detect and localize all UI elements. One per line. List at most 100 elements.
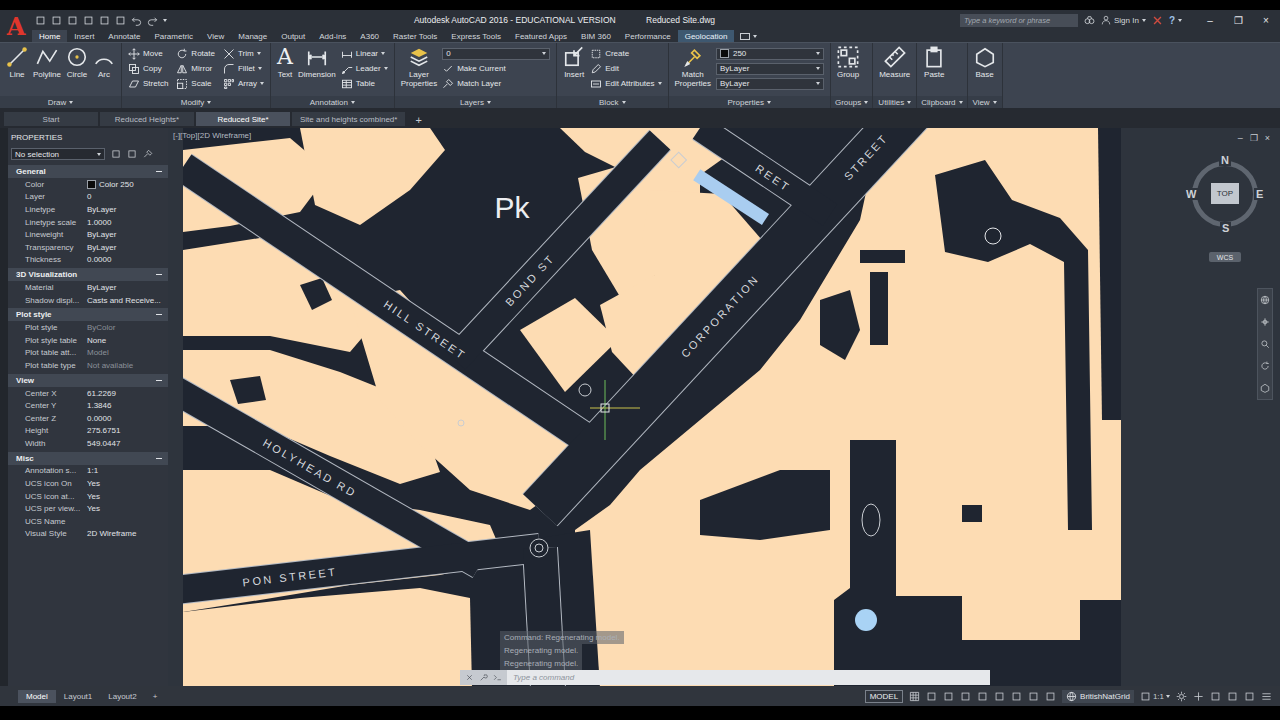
collapse-toggle[interactable] xyxy=(156,171,162,172)
ribbon-large-button[interactable]: Insert xyxy=(563,46,585,79)
property-row[interactable]: Center Z 0.0000 xyxy=(8,412,168,425)
ribbon-small-button[interactable]: Make Current xyxy=(442,63,550,75)
view-cube[interactable]: N S W E TOP WCS xyxy=(1185,152,1265,268)
ribbon-tab[interactable]: Geolocation xyxy=(678,30,735,42)
ribbon-small-button[interactable]: Array xyxy=(223,78,264,90)
section-header[interactable]: Plot style xyxy=(8,308,168,321)
property-row[interactable]: Center Y 1.3846 xyxy=(8,399,168,412)
property-row[interactable]: UCS per view... Yes xyxy=(8,502,168,515)
quick-access-button[interactable] xyxy=(67,15,78,26)
property-row[interactable]: Layer 0 xyxy=(8,191,168,204)
ribbon-small-button[interactable]: Edit Attributes xyxy=(590,78,661,90)
property-row[interactable]: UCS Name xyxy=(8,515,168,528)
ribbon-small-button[interactable]: Table xyxy=(341,78,388,90)
ribbon-tab[interactable]: View xyxy=(200,30,231,42)
ribbon-large-button[interactable]: Group xyxy=(837,46,859,79)
application-menu-button[interactable]: A xyxy=(0,10,32,42)
ribbon-small-button[interactable]: Copy xyxy=(128,63,168,75)
quick-access-button[interactable] xyxy=(83,15,94,26)
property-row[interactable]: UCS icon On Yes xyxy=(8,477,168,490)
property-row[interactable]: Height 275.6751 xyxy=(8,425,168,438)
help-search-field[interactable]: Type a keyword or phrase xyxy=(960,14,1078,27)
exchange-button[interactable] xyxy=(1152,15,1163,26)
viewport-control-button[interactable]: – xyxy=(1238,133,1243,143)
ribbon-dropdown[interactable]: 0 xyxy=(442,48,550,60)
ribbon-panel-title[interactable]: Annotation xyxy=(271,96,394,108)
ribbon-large-button[interactable]: Polyline xyxy=(33,46,61,79)
viewport-control-button[interactable]: ❐ xyxy=(1250,133,1258,143)
nav-button[interactable] xyxy=(1260,317,1270,327)
ribbon-panel-title[interactable]: Properties xyxy=(669,96,830,108)
ribbon-small-button[interactable]: Linear xyxy=(341,48,388,60)
property-row[interactable]: Transparency ByLayer xyxy=(8,241,168,254)
nav-button[interactable] xyxy=(1260,339,1270,349)
property-row[interactable]: Plot style ByColor xyxy=(8,321,168,334)
quick-access-button[interactable] xyxy=(51,15,62,26)
annotation-scale-button[interactable]: 1:1 xyxy=(1140,691,1170,702)
model-space-button[interactable]: MODEL xyxy=(865,690,903,703)
ribbon-small-button[interactable]: Leader xyxy=(341,63,388,75)
ribbon-large-button[interactable]: Circle xyxy=(66,46,88,79)
ribbon-tab[interactable]: Manage xyxy=(231,30,274,42)
compass-west[interactable]: W xyxy=(1184,188,1198,200)
coordinate-system-button[interactable]: BritishNatGrid xyxy=(1062,690,1134,703)
property-row[interactable]: Visual Style 2D Wireframe xyxy=(8,528,168,541)
ribbon-small-button[interactable]: Rotate xyxy=(176,48,215,60)
ribbon-tab[interactable]: Parametric xyxy=(147,30,200,42)
ribbon-small-button[interactable]: Fillet xyxy=(223,63,264,75)
window-control-button[interactable]: – xyxy=(1196,15,1224,26)
ribbon-tab[interactable]: Annotate xyxy=(101,30,147,42)
status-toggle[interactable] xyxy=(960,691,971,702)
ribbon-dropdown[interactable]: ByLayer xyxy=(716,78,824,90)
status-toggle[interactable] xyxy=(926,691,937,702)
property-row[interactable]: Annotation s... 1:1 xyxy=(8,465,168,478)
collapse-toggle[interactable] xyxy=(156,314,162,315)
ribbon-tab[interactable]: BIM 360 xyxy=(574,30,618,42)
help-button[interactable]: ? xyxy=(1169,15,1182,26)
property-row[interactable]: Plot style table None xyxy=(8,334,168,347)
viewport-controls-label[interactable]: [-][Top][2D Wireframe] xyxy=(173,131,251,140)
status-toggle[interactable] xyxy=(1011,691,1022,702)
property-row[interactable]: Plot table type Not available xyxy=(8,359,168,372)
section-header[interactable]: General xyxy=(8,165,168,178)
ribbon-tab[interactable]: Raster Tools xyxy=(386,30,444,42)
property-row[interactable]: Thickness 0.0000 xyxy=(8,254,168,267)
quick-access-button[interactable] xyxy=(131,15,142,26)
property-row[interactable]: Plot table att... Model xyxy=(8,347,168,360)
file-tab[interactable]: Site and heights combined* xyxy=(292,112,405,126)
ucs-menu[interactable]: WCS xyxy=(1209,252,1241,262)
section-header[interactable]: Misc xyxy=(8,452,168,465)
status-button[interactable] xyxy=(1176,691,1187,702)
quick-access-dropdown[interactable] xyxy=(163,19,167,22)
ribbon-large-button[interactable]: Dimension xyxy=(298,46,336,79)
collapse-toggle[interactable] xyxy=(156,458,162,459)
quick-access-button[interactable] xyxy=(99,15,110,26)
drawing-canvas[interactable]: PkHILL STREETBOND STCORPORATIONSTREETREE… xyxy=(168,128,1280,686)
property-row[interactable]: Linetype ByLayer xyxy=(8,203,168,216)
status-toggle[interactable] xyxy=(1045,691,1056,702)
window-control-button[interactable]: ❐ xyxy=(1224,15,1252,26)
ribbon-dropdown[interactable]: 250 xyxy=(716,48,824,60)
property-row[interactable]: Width 549.0447 xyxy=(8,437,168,450)
section-header[interactable]: 3D Visualization xyxy=(8,268,168,281)
viewport-control-button[interactable]: × xyxy=(1265,133,1270,143)
status-toggle[interactable] xyxy=(994,691,1005,702)
quick-access-button[interactable] xyxy=(147,15,158,26)
quick-access-button[interactable] xyxy=(115,15,126,26)
property-row[interactable]: UCS icon at... Yes xyxy=(8,490,168,503)
command-input[interactable]: Type a command xyxy=(460,670,990,685)
ribbon-small-button[interactable]: Trim xyxy=(223,48,264,60)
quick-access-button[interactable] xyxy=(35,15,46,26)
ribbon-tab[interactable]: Insert xyxy=(67,30,101,42)
ribbon-dropdown[interactable]: ByLayer xyxy=(716,63,824,75)
status-button[interactable] xyxy=(1227,691,1238,702)
ribbon-tab[interactable]: Performance xyxy=(618,30,678,42)
ribbon-panel-title[interactable]: View xyxy=(968,96,1002,108)
status-toggle[interactable] xyxy=(943,691,954,702)
property-row[interactable]: Lineweight ByLayer xyxy=(8,228,168,241)
pickadd-button[interactable] xyxy=(111,149,121,159)
ribbon-small-button[interactable]: Move xyxy=(128,48,168,60)
ribbon-tab[interactable]: Featured Apps xyxy=(508,30,574,42)
ribbon-large-button[interactable]: Line xyxy=(6,46,28,79)
ribbon-panel-title[interactable]: Block xyxy=(557,96,667,108)
